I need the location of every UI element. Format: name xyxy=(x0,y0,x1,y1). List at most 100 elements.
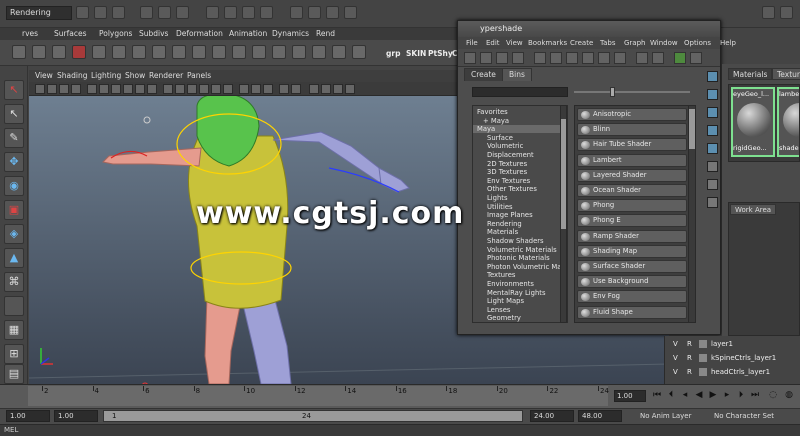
shelf-mirror-icon[interactable] xyxy=(152,45,166,59)
hs-output-connections-icon[interactable] xyxy=(614,52,626,64)
layer-visibility-toggle[interactable]: V xyxy=(673,366,678,378)
viewport-menu-show[interactable]: Show xyxy=(125,70,145,82)
animation-end-field[interactable]: 48.00 xyxy=(578,410,622,422)
isolate-select-icon[interactable] xyxy=(291,84,301,94)
anim-prefs-icon[interactable]: ◍ xyxy=(784,389,794,401)
hs-menu-help[interactable]: Help xyxy=(720,37,736,49)
layer-color-swatch[interactable] xyxy=(699,354,707,362)
shader-node-button[interactable]: Env Fog xyxy=(577,290,687,304)
tab-create[interactable]: Create xyxy=(464,68,503,81)
hs-graph-material-icon[interactable] xyxy=(534,52,546,64)
node-list-scrollbar-thumb[interactable] xyxy=(689,109,695,149)
auto-key-icon[interactable]: ◌ xyxy=(768,389,778,401)
shelf-skin-icon[interactable] xyxy=(72,45,86,59)
tab-textures[interactable]: Texture xyxy=(772,68,800,80)
material-swatch[interactable]: lamber shade xyxy=(777,87,799,157)
shelf-label-skin[interactable]: SKIN xyxy=(406,49,426,58)
viewport-menu-panels[interactable]: Panels xyxy=(187,70,211,82)
menu-set-dropdown[interactable]: Rendering xyxy=(6,6,72,20)
select-hierarchy-icon[interactable] xyxy=(140,6,153,19)
field-chart-icon[interactable] xyxy=(135,84,145,94)
hs-menu-graph[interactable]: Graph xyxy=(624,37,645,49)
shadows-icon[interactable] xyxy=(223,84,233,94)
viewport-menu-lighting[interactable]: Lighting xyxy=(91,70,121,82)
antialias-icon[interactable] xyxy=(333,84,343,94)
snap-curve-icon[interactable] xyxy=(224,6,237,19)
shelf-aim-icon[interactable] xyxy=(252,45,266,59)
camera-attr-icon[interactable] xyxy=(47,84,57,94)
shader-node-button[interactable]: Anisotropic xyxy=(577,108,687,121)
material-swatch[interactable]: eyeGeo_l... rigidGeo... xyxy=(731,87,775,157)
shelf-tab-animation[interactable]: Animation xyxy=(225,28,271,40)
film-gate-icon[interactable] xyxy=(99,84,109,94)
tree-item[interactable]: Volumetric xyxy=(473,142,563,150)
tree-item[interactable]: Shadow Shaders xyxy=(473,237,563,245)
layer-row[interactable]: V RkSpineCtrls_layer1 xyxy=(665,352,800,364)
save-scene-icon[interactable] xyxy=(112,6,125,19)
shelf-parent-icon[interactable] xyxy=(272,45,286,59)
select-tool-icon[interactable]: ↖ xyxy=(4,80,24,100)
tab-materials[interactable]: Materials xyxy=(728,68,773,80)
select-object-icon[interactable] xyxy=(158,6,171,19)
resolution-gate-icon[interactable] xyxy=(111,84,121,94)
tree-item[interactable]: 3D Textures xyxy=(473,168,563,176)
tree-item[interactable]: Favorites xyxy=(473,108,563,116)
hs-layout-top-icon[interactable] xyxy=(480,52,492,64)
range-slider[interactable]: 1 24 xyxy=(103,410,523,422)
hs-menu-create[interactable]: Create xyxy=(570,37,593,49)
graph-right-icon[interactable] xyxy=(707,143,718,154)
hs-menu-view[interactable]: View xyxy=(506,37,523,49)
shelf-tab-deformation[interactable]: Deformation xyxy=(172,28,227,40)
current-frame-field[interactable]: 1.00 xyxy=(614,390,646,402)
use-lights-icon[interactable] xyxy=(211,84,221,94)
tree-item[interactable]: Lights xyxy=(473,194,563,202)
open-scene-icon[interactable] xyxy=(94,6,107,19)
shader-node-button[interactable]: Hair Tube Shader xyxy=(577,138,687,152)
hypershade-title[interactable]: ypershade xyxy=(458,21,720,37)
layer-visibility-toggle[interactable]: V xyxy=(673,338,678,350)
step-back-icon[interactable]: ⏴ xyxy=(666,389,676,401)
wireframe-icon[interactable] xyxy=(163,84,173,94)
shelf-tab-subdivs[interactable]: Subdivs xyxy=(135,28,172,40)
play-backward-icon[interactable]: ◀ xyxy=(694,389,704,401)
textured-icon[interactable] xyxy=(199,84,209,94)
scale-tool-icon[interactable]: ▣ xyxy=(4,200,24,220)
hs-menu-file[interactable]: File xyxy=(466,37,478,49)
render-frame-icon[interactable] xyxy=(308,6,321,19)
shader-node-button[interactable]: Fluid Shape xyxy=(577,305,687,319)
shelf-orient-icon[interactable] xyxy=(212,45,226,59)
hs-bookmark-icon[interactable] xyxy=(690,52,702,64)
single-view-icon[interactable]: ▦ xyxy=(4,320,24,340)
paint-select-icon[interactable]: ✎ xyxy=(4,128,24,148)
snap-plane-icon[interactable] xyxy=(260,6,273,19)
layer-reference-toggle[interactable]: R xyxy=(687,366,692,378)
layer-reference-toggle[interactable]: R xyxy=(687,338,692,350)
shelf-joint-icon[interactable] xyxy=(112,45,126,59)
image-plane-icon[interactable] xyxy=(71,84,81,94)
shelf-tool-icon[interactable] xyxy=(52,45,66,59)
animation-start-field[interactable]: 1.00 xyxy=(6,410,50,422)
layer-color-swatch[interactable] xyxy=(699,368,707,376)
icon-size-slider[interactable] xyxy=(574,91,690,93)
shelf-tab-curves[interactable]: rves xyxy=(18,28,42,40)
tree-item[interactable]: Lenses xyxy=(473,306,563,314)
hs-menu-tabs[interactable]: Tabs xyxy=(600,37,616,49)
tree-item[interactable]: Maya xyxy=(473,125,563,134)
hs-menu-options[interactable]: Options xyxy=(684,37,711,49)
shelf-constraint-icon[interactable] xyxy=(192,45,206,59)
tree-item[interactable]: Rendering xyxy=(473,220,563,228)
graph-left-icon[interactable] xyxy=(707,125,718,136)
tree-item[interactable]: MentalRay Lights xyxy=(473,289,563,297)
move-tool-icon[interactable]: ✥ xyxy=(4,152,24,172)
layer-visibility-toggle[interactable]: V xyxy=(673,352,678,364)
hs-rearrange-icon[interactable] xyxy=(566,52,578,64)
shader-node-button[interactable]: Ramp Shader xyxy=(577,229,687,243)
depth-of-field-icon[interactable] xyxy=(345,84,355,94)
shader-node-button[interactable]: Blinn xyxy=(577,123,687,137)
snap-grid-icon[interactable] xyxy=(206,6,219,19)
bookmark-icon[interactable] xyxy=(59,84,69,94)
gate-mask-icon[interactable] xyxy=(123,84,133,94)
graph-down-icon[interactable] xyxy=(707,107,718,118)
hs-menu-window[interactable]: Window xyxy=(650,37,678,49)
shelf-script-icon[interactable] xyxy=(32,45,46,59)
